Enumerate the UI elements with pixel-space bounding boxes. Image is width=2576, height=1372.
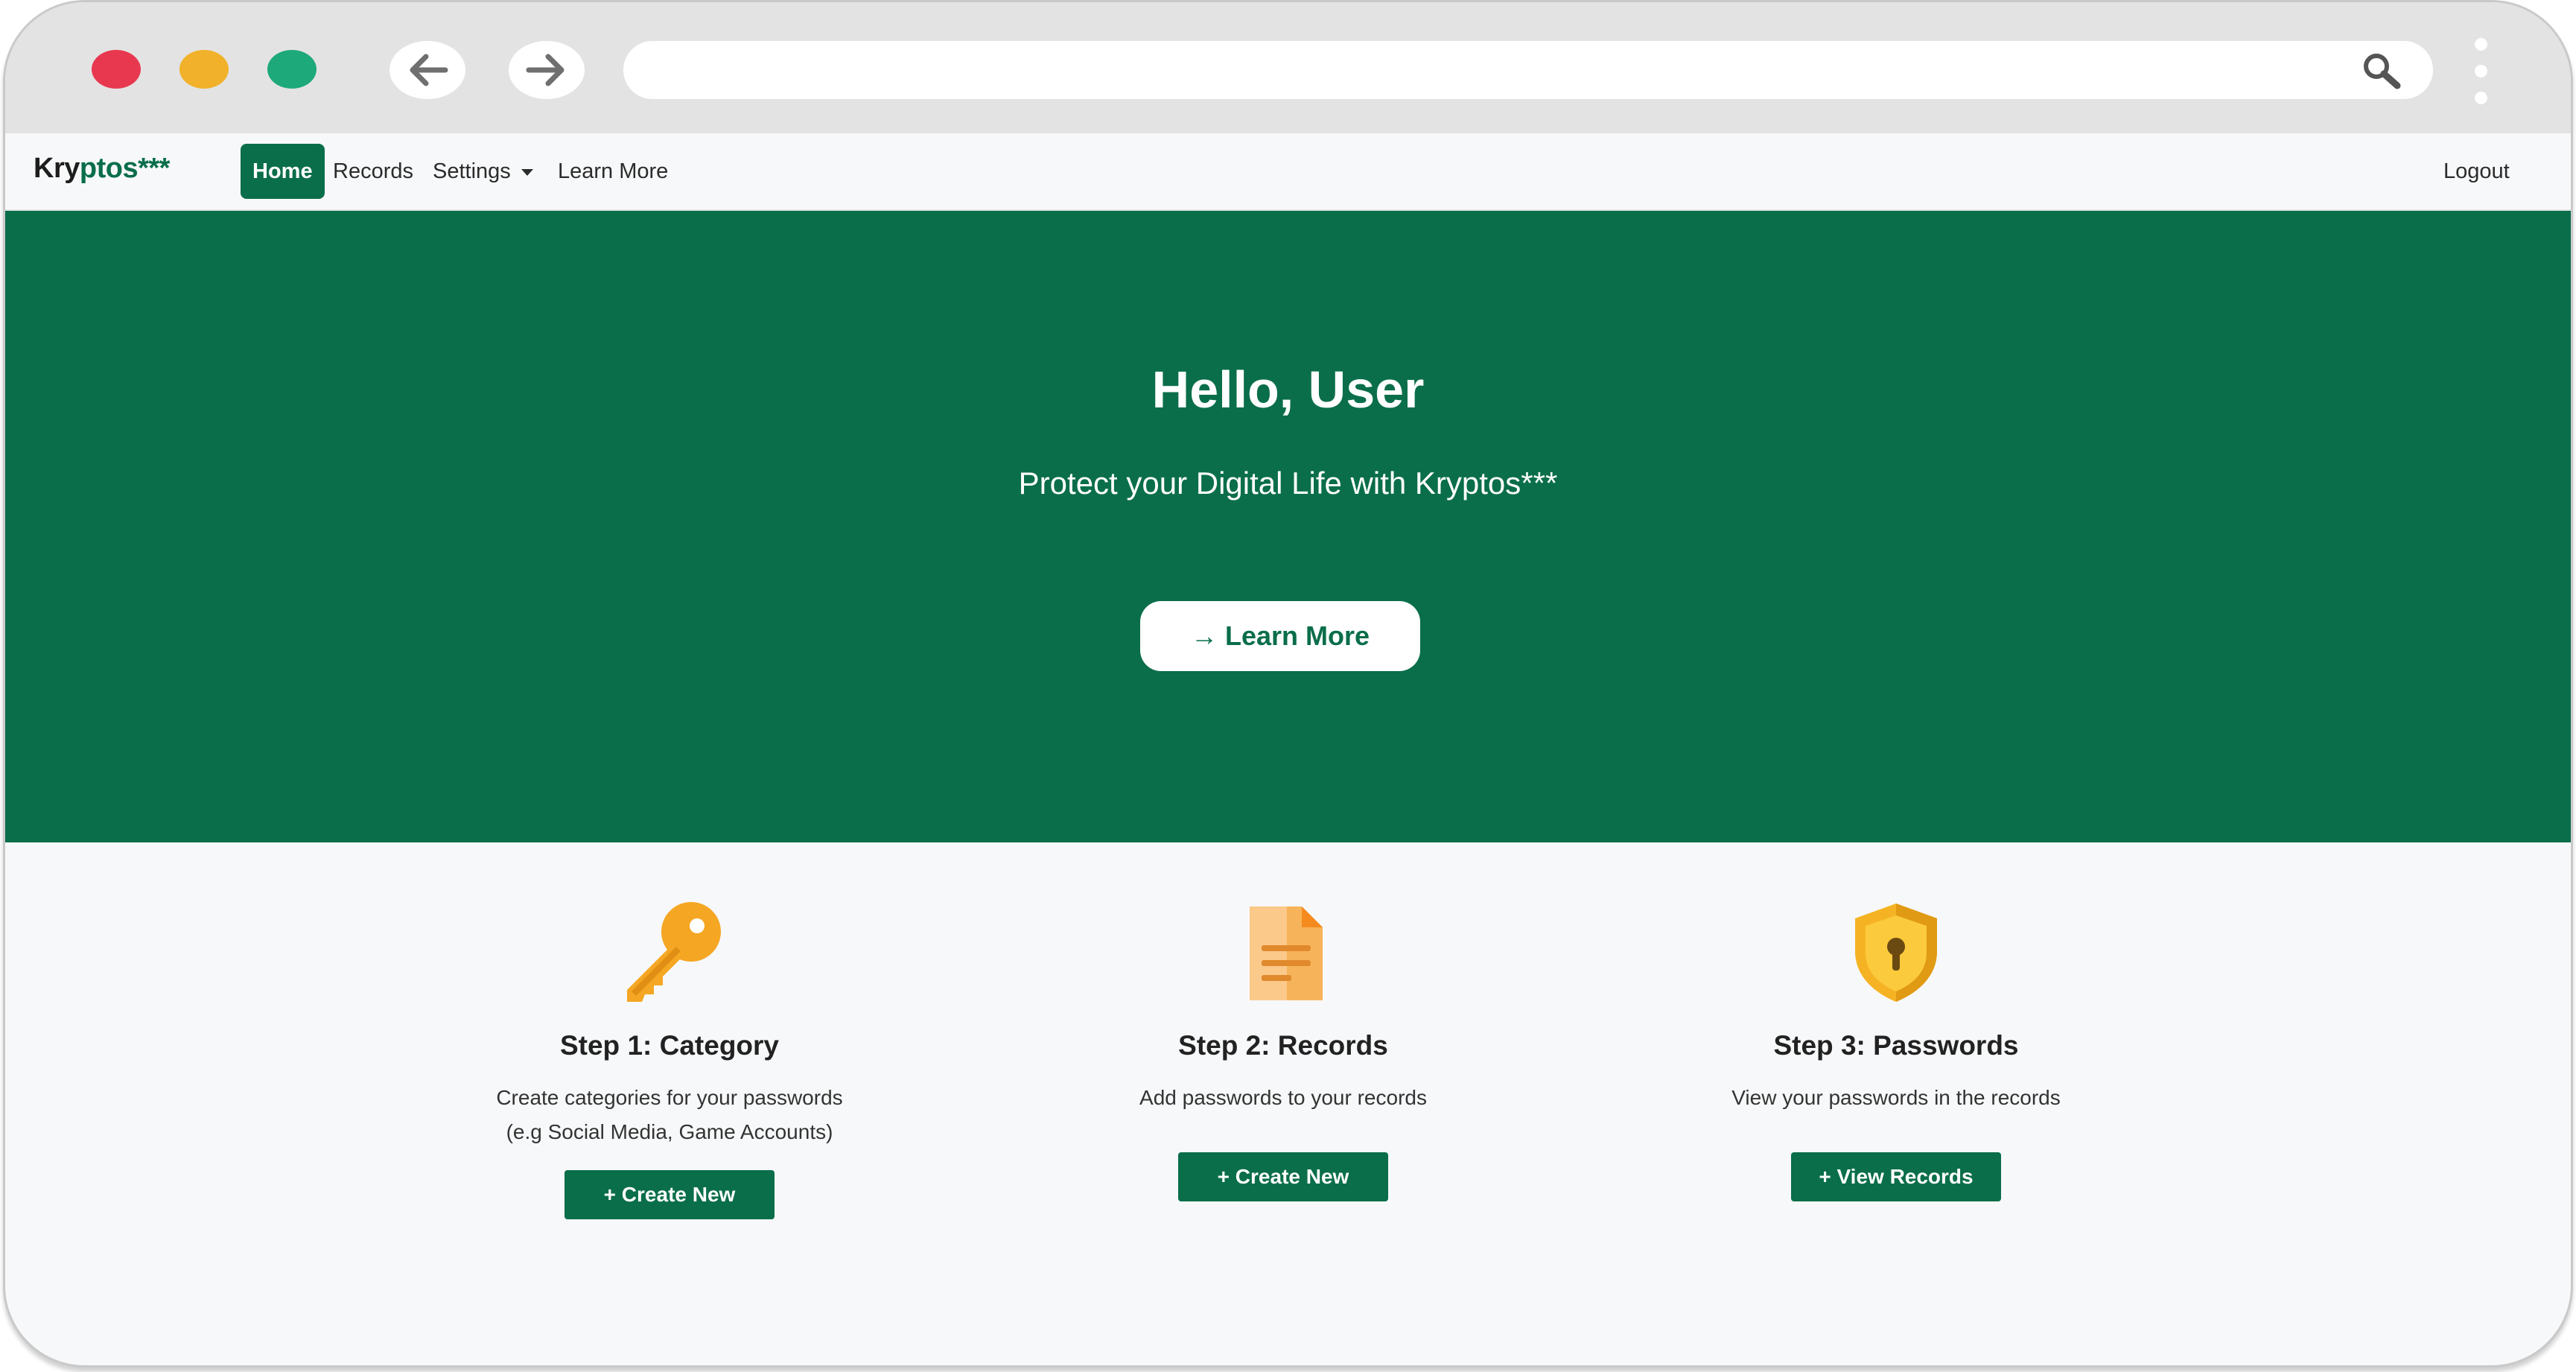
create-record-button[interactable]: + Create New (1178, 1152, 1388, 1201)
maximize-window-button[interactable] (267, 50, 317, 89)
more-options-icon[interactable] (2472, 38, 2490, 105)
step-card-records: Step 2: Records Add passwords to your re… (1045, 896, 1521, 1201)
nav-records[interactable]: Records (333, 144, 413, 199)
brand-logo[interactable]: Kryptos*** (34, 153, 170, 185)
nav-home[interactable]: Home (241, 144, 325, 199)
nav-learn-more[interactable]: Learn More (558, 144, 668, 199)
close-window-button[interactable] (92, 50, 141, 89)
nav-settings-label: Settings (433, 159, 511, 183)
arrow-right-icon (526, 54, 565, 86)
learn-more-button[interactable]: → Learn More (1140, 601, 1420, 671)
app-navbar: Kryptos*** Home Records Settings Learn M… (5, 133, 2571, 211)
logout-link[interactable]: Logout (2443, 144, 2510, 199)
hero-subtitle: Protect your Digital Life with Kryptos**… (1018, 466, 1558, 501)
back-button[interactable] (389, 41, 465, 99)
step-card-category: Step 1: Category Create categories for y… (431, 896, 908, 1219)
step-description: View your passwords in the records (1731, 1086, 2061, 1109)
hero-title: Hello, User (1151, 361, 1425, 419)
step-card-passwords: Step 3: Passwords View your passwords in… (1658, 896, 2134, 1201)
minimize-window-button[interactable] (179, 50, 229, 89)
caret-down-icon (521, 168, 533, 176)
browser-toolbar (5, 2, 2571, 133)
step-description: Create categories for your passwords (e.… (496, 1086, 843, 1143)
view-records-button[interactable]: + View Records (1791, 1152, 2001, 1201)
step-title: Step 3: Passwords (1773, 1030, 2019, 1061)
browser-window: Kryptos*** Home Records Settings Learn M… (3, 0, 2573, 1368)
step-description: Add passwords to your records (1139, 1086, 1427, 1109)
address-bar[interactable] (623, 41, 2433, 99)
shield-icon (1855, 903, 1937, 1002)
step-title: Step 1: Category (559, 1030, 779, 1061)
step-title: Step 2: Records (1178, 1030, 1388, 1061)
nav-settings-dropdown[interactable]: Settings (433, 144, 533, 199)
hero-banner: Hello, User Protect your Digital Life wi… (5, 211, 2571, 842)
arrow-left-icon (410, 54, 448, 86)
create-category-button[interactable]: + Create New (565, 1170, 775, 1219)
search-icon[interactable] (2360, 51, 2403, 90)
forward-button[interactable] (509, 41, 585, 99)
document-icon (1250, 906, 1323, 1000)
key-icon (627, 902, 721, 1002)
